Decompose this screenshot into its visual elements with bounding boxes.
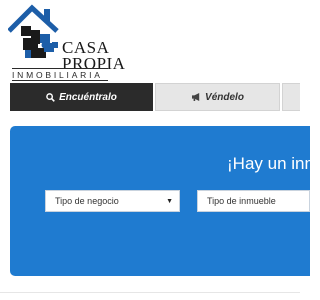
search-icon [46,92,55,102]
main-tabs: Encuéntralo Véndelo [0,83,300,111]
business-type-select[interactable]: Tipo de negocio ▼ [45,190,180,212]
logo[interactable]: CASA PROPIA INMOBILIARIA [0,0,125,81]
megaphone-icon [191,93,201,101]
logo-rule-top [12,68,108,69]
property-type-select[interactable]: Tipo de inmueble [197,190,310,212]
tab-more[interactable] [282,83,300,111]
tab-vendelo-label: Véndelo [205,91,244,103]
hero-search-panel: ¡Hay un inm Tipo de negocio ▼ Tipo de in… [10,126,319,276]
brand-subtitle: INMOBILIARIA [12,70,103,80]
logo-rule-bottom [12,80,108,81]
divider [0,292,300,293]
caret-down-icon: ▼ [166,198,173,205]
house-puzzle-logo-icon [8,4,59,58]
tab-vendelo[interactable]: Véndelo [155,83,280,111]
business-type-value: Tipo de negocio [55,196,119,206]
hero-title: ¡Hay un inm [227,154,319,173]
property-type-value: Tipo de inmueble [207,196,276,206]
tab-encuentralo-label: Encuéntralo [59,91,117,103]
tab-encuentralo[interactable]: Encuéntralo [10,83,153,111]
